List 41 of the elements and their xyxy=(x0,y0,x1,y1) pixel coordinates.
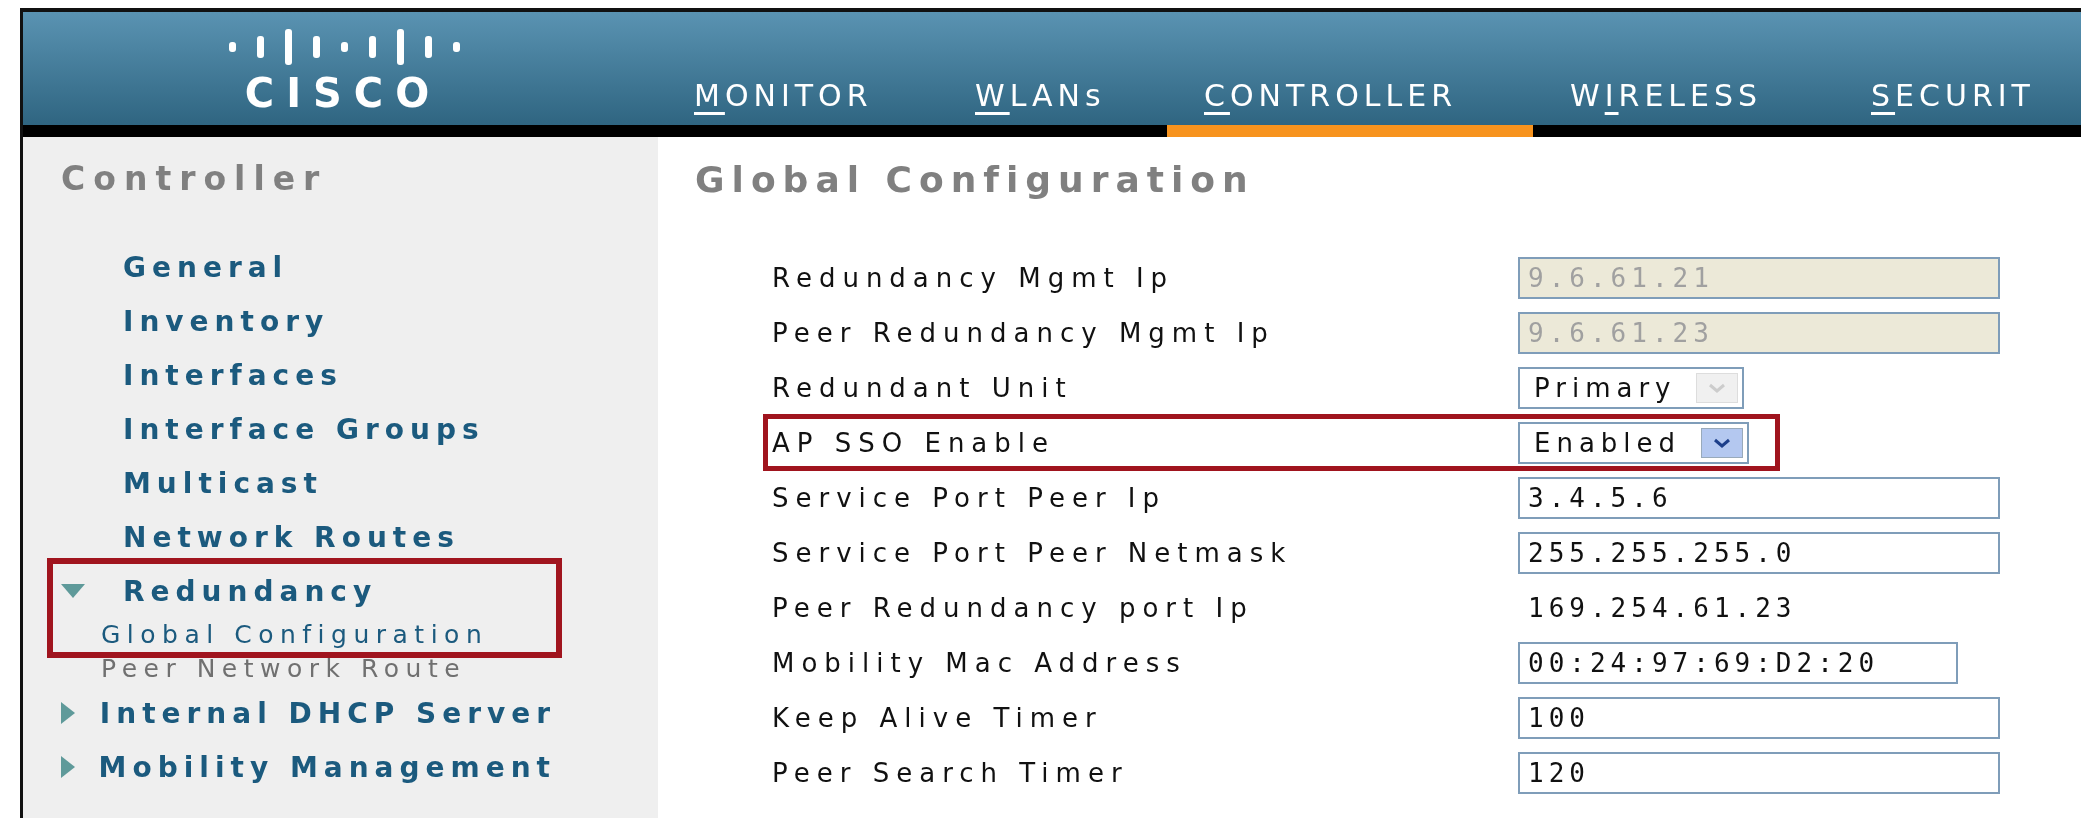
field-label: Redundant Unit xyxy=(771,372,1074,403)
triangle-right-icon[interactable] xyxy=(61,756,75,778)
sidebar-link[interactable]: Interfaces xyxy=(123,358,343,392)
field-label: Mobility Mac Address xyxy=(771,647,1188,678)
sidebar-link[interactable]: Redundancy xyxy=(123,574,378,608)
field-value: 169.254.61.23 xyxy=(1527,592,1797,623)
sidebar-link[interactable]: Internal DHCP Server xyxy=(99,696,556,730)
dropdown[interactable]: Enabled xyxy=(1518,421,1750,464)
nav-tab[interactable]: C ONTROLLER xyxy=(1204,78,1570,125)
text-field[interactable]: 100 xyxy=(1518,696,2000,739)
logo-text: CISCO xyxy=(244,73,442,113)
sidebar-sublink[interactable]: Global Configuration xyxy=(101,618,556,652)
field-label: Service Port Peer Netmask xyxy=(771,537,1294,568)
nav-tab[interactable]: W LANs xyxy=(975,78,1204,125)
sidebar-link[interactable]: Inventory xyxy=(123,304,330,338)
field-label: Peer Redundancy Mgmt Ip xyxy=(771,317,1276,348)
nav-tab[interactable]: M ONITOR xyxy=(694,78,975,125)
text-field[interactable]: 00:24:97:69:D2:20 xyxy=(1518,641,1958,684)
nav-tab[interactable]: W I RELESS xyxy=(1570,78,1871,125)
text-field[interactable]: 3.4.5.6 xyxy=(1518,476,2000,519)
chevron-down-icon xyxy=(1708,382,1727,393)
text-field[interactable]: 255.255.255.0 xyxy=(1518,531,2000,574)
triangle-down-icon[interactable] xyxy=(61,584,85,598)
field-label: Keep Alive Timer xyxy=(771,702,1104,733)
sidebar-link[interactable]: Mobility Management xyxy=(98,750,556,784)
text-field[interactable]: 120 xyxy=(1518,751,2000,794)
field-label: Redundancy Mgmt Ip xyxy=(771,262,1176,293)
triangle-right-icon[interactable] xyxy=(61,702,75,724)
field-label: Peer Search Timer xyxy=(771,757,1130,788)
nav-tab[interactable]: S ECURIT xyxy=(1871,78,2051,125)
sidebar-title: Controller xyxy=(61,159,329,198)
sidebar-link[interactable]: Interface Groups xyxy=(123,412,485,446)
chevron-down-icon xyxy=(1713,437,1732,448)
page-title: Global Configuration xyxy=(695,159,1256,200)
field-label: Peer Redundancy port Ip xyxy=(771,592,1255,623)
sidebar-sublink[interactable]: Peer Network Route xyxy=(101,652,658,686)
field-label: AP SSO Enable xyxy=(771,427,1057,458)
field-label: Service Port Peer Ip xyxy=(771,482,1168,513)
sidebar-link[interactable]: Network Routes xyxy=(123,520,460,554)
sidebar-link[interactable]: General xyxy=(123,250,289,284)
sidebar-link[interactable]: Multicast xyxy=(123,466,323,500)
